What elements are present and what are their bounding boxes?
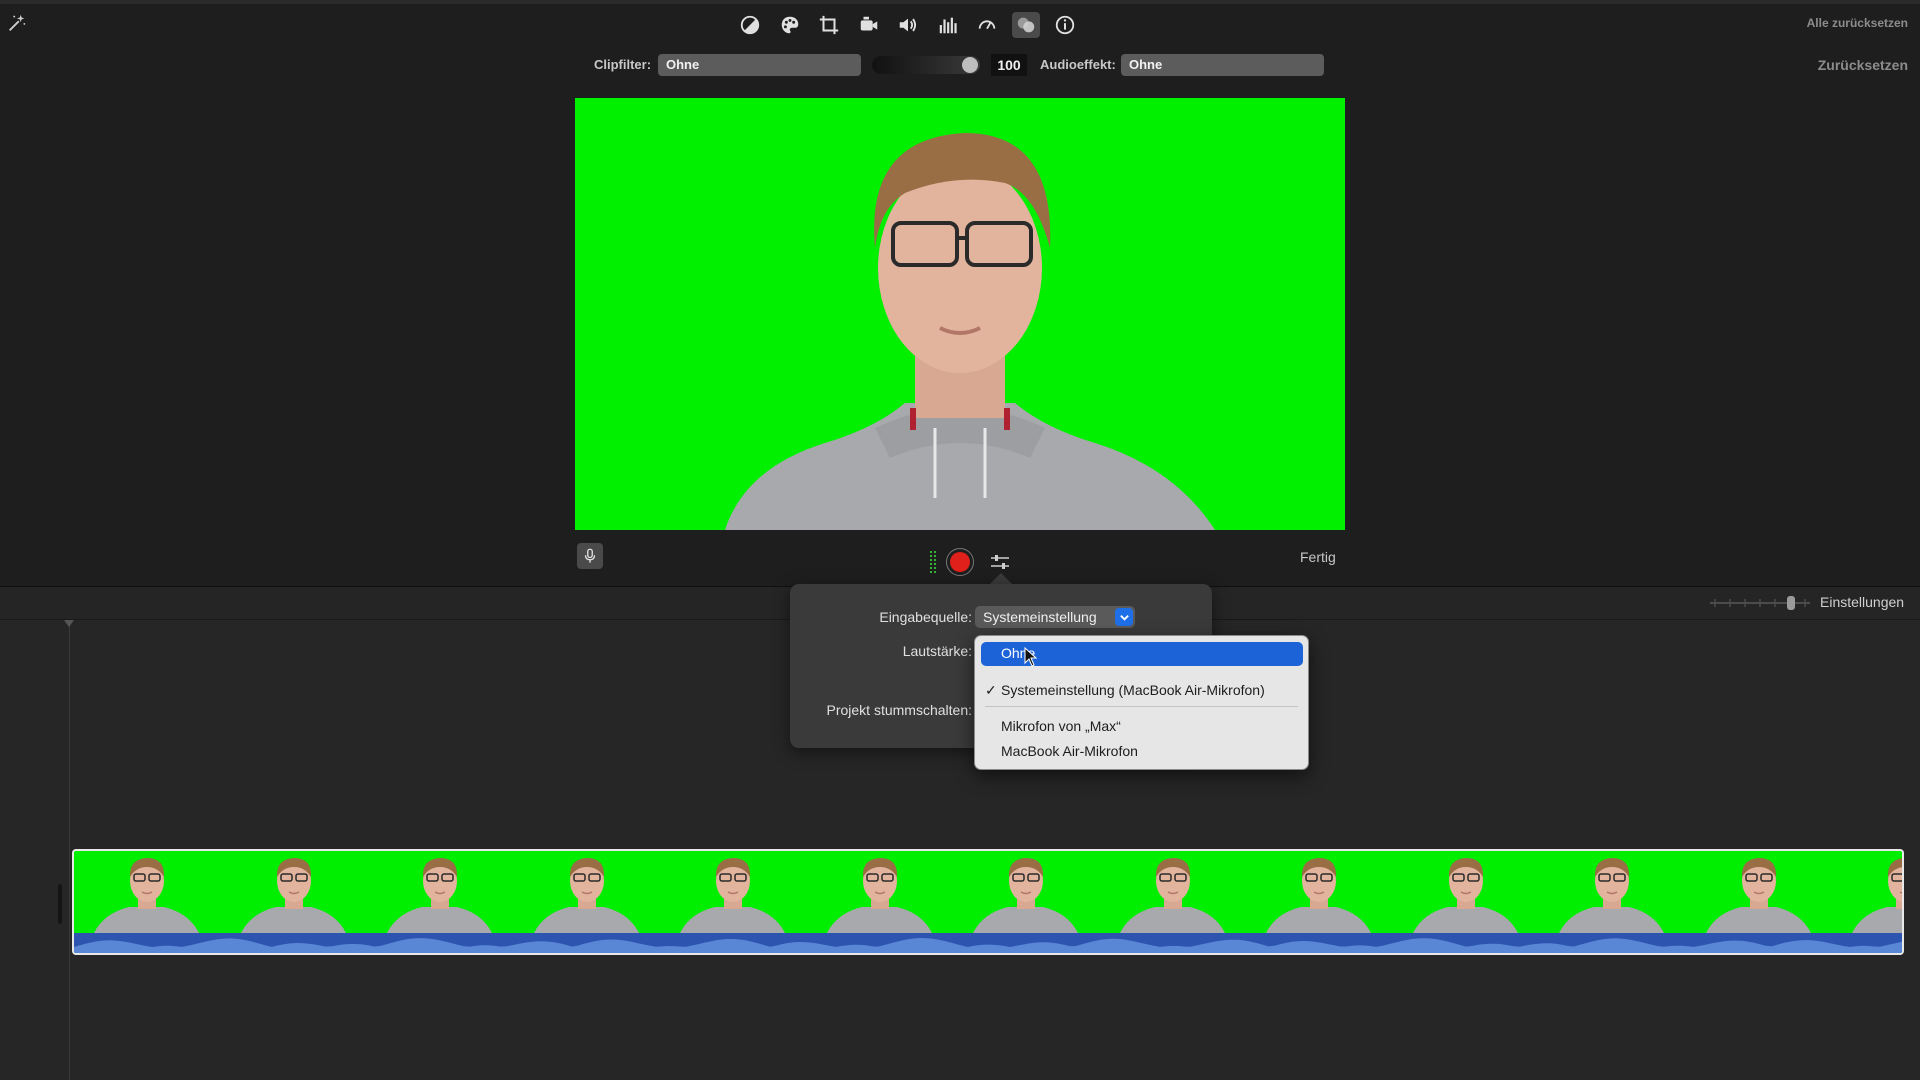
clip-edge-handle[interactable] bbox=[58, 884, 62, 924]
video-preview bbox=[575, 98, 1345, 530]
person-image bbox=[725, 133, 1215, 530]
microphone-icon[interactable] bbox=[577, 543, 603, 569]
title-strip bbox=[0, 0, 1920, 4]
voiceover-options-icon[interactable] bbox=[989, 552, 1011, 572]
info-icon[interactable] bbox=[1051, 12, 1079, 38]
clip-thumbnail bbox=[1686, 851, 1833, 933]
clip-thumbnail bbox=[953, 851, 1100, 933]
menu-item-system-default[interactable]: Systemeinstellung (MacBook Air-Mikrofon) bbox=[1001, 682, 1265, 698]
stabilization-icon[interactable] bbox=[855, 12, 883, 38]
clip-thumbnail bbox=[367, 851, 514, 933]
color-correction-icon[interactable] bbox=[776, 12, 804, 38]
crop-icon[interactable] bbox=[815, 12, 843, 38]
reset-all-button[interactable]: Alle zurücksetzen bbox=[1807, 16, 1908, 30]
timeline-settings-button[interactable]: Einstellungen bbox=[1820, 594, 1904, 610]
audio-waveform bbox=[74, 933, 1902, 953]
clip-thumbnail bbox=[1100, 851, 1247, 933]
volume-icon[interactable] bbox=[894, 12, 922, 38]
clip-thumbnail bbox=[221, 851, 368, 933]
filter-amount-slider[interactable] bbox=[872, 56, 980, 74]
record-button[interactable] bbox=[946, 548, 974, 576]
clip-thumbnail bbox=[1539, 851, 1686, 933]
audio-effect-label: Audioeffekt: bbox=[1040, 57, 1116, 72]
mouse-cursor bbox=[1024, 646, 1038, 667]
clip-thumbnail bbox=[1832, 851, 1902, 933]
volume-label: Lautstärke: bbox=[902, 643, 972, 659]
filter-amount-value[interactable]: 100 bbox=[991, 54, 1027, 76]
menu-item-max-microphone[interactable]: Mikrofon von „Max“ bbox=[1001, 718, 1121, 734]
clip-thumbnail bbox=[74, 851, 221, 933]
clip-filter-label: Clipfilter: bbox=[594, 57, 652, 72]
clip-filter-select[interactable]: Ohne bbox=[658, 54, 861, 76]
menu-item-macbook-microphone[interactable]: MacBook Air-Mikrofon bbox=[1001, 743, 1138, 759]
overlay-icon[interactable] bbox=[1012, 12, 1040, 38]
zoom-slider[interactable] bbox=[1710, 596, 1810, 610]
color-balance-icon[interactable] bbox=[736, 12, 764, 38]
slider-knob[interactable] bbox=[962, 57, 978, 73]
input-source-label: Eingabequelle: bbox=[879, 609, 972, 625]
clip-thumbnail bbox=[1393, 851, 1540, 933]
menu-separator bbox=[985, 706, 1298, 707]
clip-thumbnails bbox=[74, 851, 1902, 933]
clip-thumbnail bbox=[514, 851, 661, 933]
input-source-select[interactable]: Systemeinstellung bbox=[975, 606, 1135, 628]
record-dot bbox=[950, 552, 970, 572]
speed-icon[interactable] bbox=[973, 12, 1001, 38]
done-button[interactable]: Fertig bbox=[1300, 549, 1336, 565]
clip-thumbnail bbox=[660, 851, 807, 933]
equalizer-icon[interactable] bbox=[934, 12, 962, 38]
clip-thumbnail bbox=[807, 851, 954, 933]
video-clip[interactable] bbox=[72, 849, 1904, 955]
reset-button[interactable]: Zurücksetzen bbox=[1818, 57, 1908, 73]
audio-effect-select[interactable]: Ohne bbox=[1121, 54, 1324, 76]
timeline-playhead[interactable] bbox=[69, 620, 70, 1080]
playhead-marker bbox=[64, 620, 74, 627]
mute-project-label: Projekt stummschalten: bbox=[826, 702, 973, 718]
clip-thumbnail bbox=[1246, 851, 1393, 933]
input-source-value: Systemeinstellung bbox=[983, 609, 1097, 625]
magic-wand-icon[interactable] bbox=[6, 12, 30, 36]
checkmark-icon: ✓ bbox=[985, 682, 997, 698]
level-meter bbox=[930, 551, 936, 573]
chevron-down-icon bbox=[1115, 608, 1133, 626]
